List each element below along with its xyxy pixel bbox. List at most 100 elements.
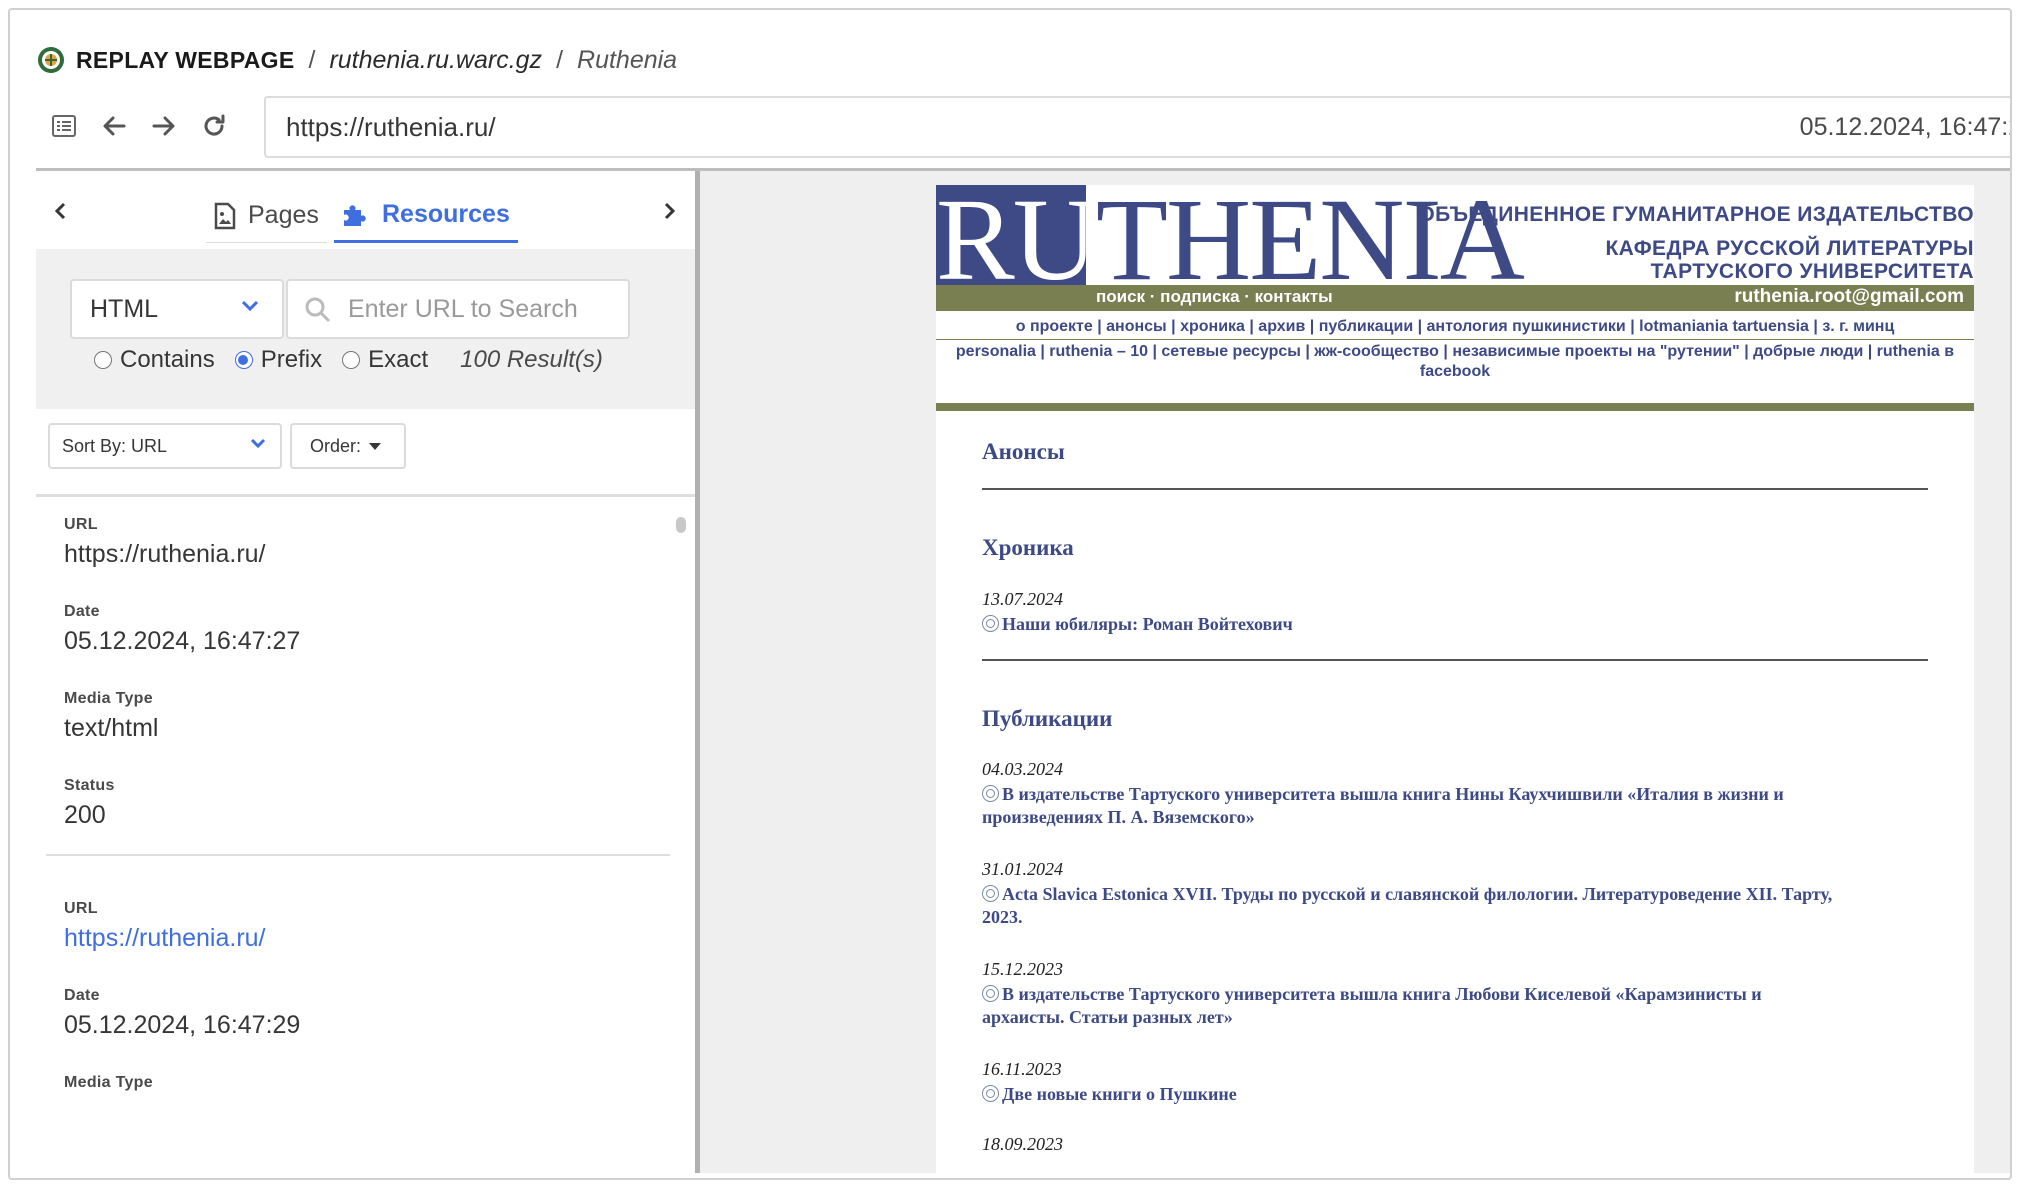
puzzle-icon xyxy=(344,204,366,226)
resource-type-select[interactable]: HTML xyxy=(70,279,284,339)
resource-filters: HTML Contains Prefix Exact 100 Result(s) xyxy=(36,249,695,409)
toggle-sidebar-button[interactable] xyxy=(44,106,84,146)
reload-icon xyxy=(204,114,225,136)
list-item[interactable]: URL https://ruthenia.ru/ Date 05.12.2024… xyxy=(46,856,670,1092)
site-menu: о проекте | анонсы | хроника | архив | п… xyxy=(936,317,1974,382)
page-title: Ruthenia xyxy=(577,45,678,74)
sort-by-select[interactable]: Sort By: URL xyxy=(48,423,282,469)
publication-item-link[interactable]: В издательстве Тартуского университета в… xyxy=(982,983,1928,1029)
item-date: 31.01.2024 xyxy=(982,859,1063,879)
sort-by-label: Sort By: URL xyxy=(62,435,168,456)
back-button[interactable] xyxy=(94,106,134,146)
radio-exact[interactable]: Exact xyxy=(342,346,428,374)
result-count: 100 Result(s) xyxy=(460,346,603,373)
order-label: Order: xyxy=(310,435,362,456)
item-date: 16.11.2023 xyxy=(982,1059,1062,1079)
resource-list: URL https://ruthenia.ru/ Date 05.12.2024… xyxy=(46,516,670,1173)
resource-url: https://ruthenia.ru/ xyxy=(64,540,266,568)
item-title[interactable]: В издательстве Тартуского университета в… xyxy=(1002,984,1762,1004)
radio-dot[interactable] xyxy=(94,351,112,369)
list-item[interactable]: URL https://ruthenia.ru/ Date 05.12.2024… xyxy=(46,516,670,830)
site-logo[interactable]: RUTHENIA xyxy=(936,181,1525,299)
reload-button[interactable] xyxy=(194,106,234,146)
item-date: 15.12.2023 xyxy=(982,959,1063,979)
match-mode-radios: Contains Prefix Exact 100 Result(s) xyxy=(94,343,603,377)
arrow-right-icon xyxy=(152,116,175,136)
tab-resources[interactable]: Resources xyxy=(334,189,518,243)
field-label: URL xyxy=(64,516,98,533)
breadcrumb-separator: / xyxy=(308,45,316,74)
resource-date: 05.12.2024, 16:47:27 xyxy=(64,627,301,655)
item-title-cont[interactable]: 2023. xyxy=(982,907,1023,927)
department-heading: КАФЕДРА РУССКОЙ ЛИТЕРАТУРЫ xyxy=(1605,237,1974,260)
archived-page: RUTHENIA ОБЪЕДИНЕННОЕ ГУМАНИТАРНОЕ ИЗДАТ… xyxy=(936,181,1974,1173)
contact-email[interactable]: ruthenia.root@gmail.com xyxy=(1734,286,1964,308)
chevron-down-icon xyxy=(250,438,266,449)
tabs-next-button[interactable] xyxy=(656,197,684,225)
search-icon xyxy=(305,297,331,323)
url-text[interactable]: https://ruthenia.ru/ xyxy=(286,112,496,143)
item-date: 04.03.2024 xyxy=(982,759,1063,779)
chevron-down-icon xyxy=(241,300,259,312)
resource-url-link[interactable]: https://ruthenia.ru/ xyxy=(64,924,670,953)
radio-prefix[interactable]: Prefix xyxy=(234,346,323,374)
url-bar[interactable]: https://ruthenia.ru/ 05.12.2024, 16:47:2… xyxy=(264,96,2010,158)
resource-date: 05.12.2024, 16:47:29 xyxy=(64,1011,301,1039)
radio-dot[interactable] xyxy=(342,351,361,369)
item-title[interactable]: В издательстве Тартуского университета в… xyxy=(1002,784,1784,804)
list-icon xyxy=(52,115,76,137)
menu-line-1[interactable]: о проекте | анонсы | хроника | архив | п… xyxy=(936,317,1974,337)
forward-button[interactable] xyxy=(144,106,184,146)
replay-logo-icon xyxy=(38,47,64,73)
scrollbar-thumb[interactable] xyxy=(676,517,686,533)
search-subscribe-contacts-links[interactable]: поиск · подписка · контакты xyxy=(1096,287,1333,307)
tabs-prev-button[interactable] xyxy=(46,197,74,225)
field-label: Media Type xyxy=(64,690,153,707)
tab-pages-label: Pages xyxy=(248,201,319,229)
chevron-left-icon xyxy=(54,202,66,220)
spiral-bullet-icon xyxy=(982,785,999,802)
item-title[interactable]: Acta Slavica Estonica XVII. Труды по рус… xyxy=(1002,884,1832,904)
item-title-cont[interactable]: архаисты. Статьи разных лет» xyxy=(982,1007,1233,1027)
section-divider xyxy=(982,488,1928,490)
tab-pages[interactable]: Pages xyxy=(206,189,327,243)
section-chronicle: Хроника xyxy=(982,535,1074,560)
brand-title: REPLAY WEBPAGE xyxy=(76,46,295,73)
url-search-input[interactable] xyxy=(348,294,618,324)
navigation-bar: https://ruthenia.ru/ 05.12.2024, 16:47:2… xyxy=(36,94,2010,158)
spiral-bullet-icon xyxy=(982,1085,999,1102)
site-masthead: RUTHENIA ОБЪЕДИНЕННОЕ ГУМАНИТАРНОЕ ИЗДАТ… xyxy=(936,181,1974,317)
caret-down-icon xyxy=(369,442,382,450)
publication-item-link[interactable]: Две новые книги о Пушкине xyxy=(982,1083,1237,1106)
app-header: REPLAY WEBPAGE / ruthenia.ru.warc.gz / R… xyxy=(36,40,677,80)
publisher-heading: ОБЪЕДИНЕННОЕ ГУМАНИТАРНОЕ ИЗДАТЕЛЬСТВО xyxy=(1418,203,1974,226)
url-search-field[interactable] xyxy=(286,279,630,339)
tab-resources-label: Resources xyxy=(382,200,510,228)
publication-item-link[interactable]: В издательстве Тартуского университета в… xyxy=(982,783,1928,829)
item-title[interactable]: Две новые книги о Пушкине xyxy=(1002,1084,1237,1104)
item-title[interactable]: Наши юбиляры: Роман Войтехович xyxy=(1002,614,1293,634)
site-topbar: поиск · подписка · контакты ruthenia.roo… xyxy=(936,285,1974,311)
item-title-cont[interactable]: произведениях П. А. Вяземского» xyxy=(982,807,1255,827)
field-label: Date xyxy=(64,987,100,1004)
file-image-icon xyxy=(214,202,236,229)
item-date: 18.09.2023 xyxy=(982,1134,1063,1154)
sidebar-tabs: Pages Resources xyxy=(36,171,695,249)
radio-contains[interactable]: Contains xyxy=(94,346,215,374)
chronicle-item-link[interactable]: Наши юбиляры: Роман Войтехович xyxy=(982,613,1293,636)
radio-prefix-label: Prefix xyxy=(260,346,323,373)
section-announcements: Анонсы xyxy=(982,439,1065,464)
publication-item-link[interactable]: Acta Slavica Estonica XVII. Труды по рус… xyxy=(982,883,1928,929)
university-heading: ТАРТУСКОГО УНИВЕРСИТЕТА xyxy=(1650,260,1974,283)
chevron-right-icon xyxy=(664,202,676,220)
archive-name[interactable]: ruthenia.ru.warc.gz xyxy=(329,46,542,75)
order-button[interactable]: Order: xyxy=(290,423,406,469)
spiral-bullet-icon xyxy=(982,885,999,902)
menu-line-2[interactable]: personalia | ruthenia – 10 | сетевые рес… xyxy=(936,339,1974,362)
menu-line-3[interactable]: facebook xyxy=(936,362,1974,382)
resource-media-type: text/html xyxy=(64,714,159,742)
field-label: Media Type xyxy=(64,1074,153,1091)
radio-dot[interactable] xyxy=(234,351,253,369)
spiral-bullet-icon xyxy=(982,985,999,1002)
breadcrumb-separator: / xyxy=(556,45,564,74)
